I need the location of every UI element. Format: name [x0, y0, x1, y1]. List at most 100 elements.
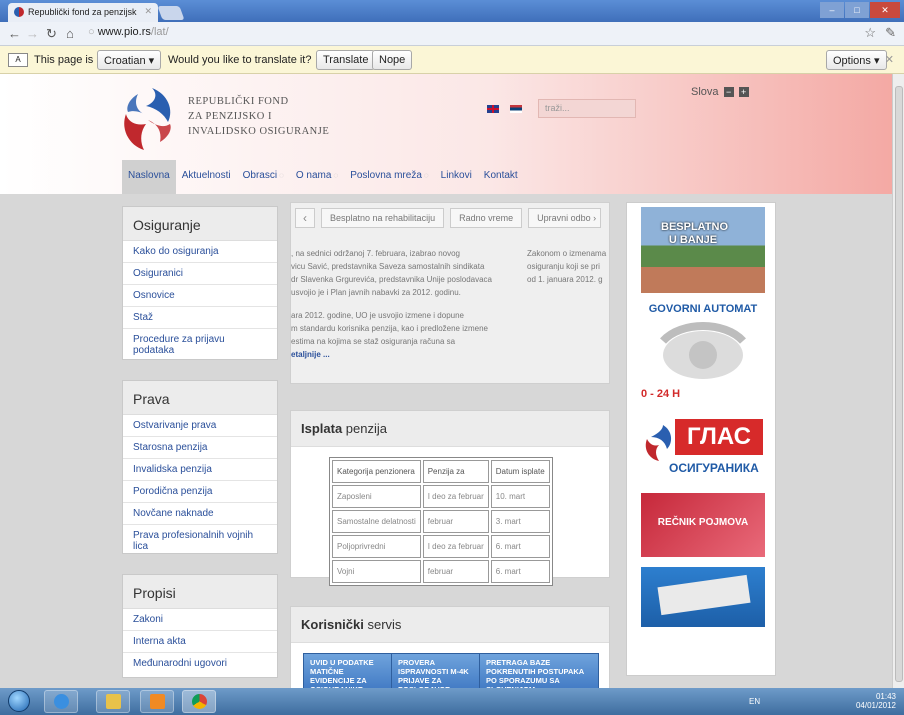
site-favicon-icon — [14, 7, 24, 17]
taskbar-chrome-icon[interactable] — [182, 690, 216, 713]
menu-kontakt[interactable]: Kontakt — [478, 160, 524, 194]
search-input[interactable]: traži... — [538, 99, 636, 118]
link-medjunarodni-ugovori[interactable]: Međunarodni ugovori — [123, 653, 277, 674]
browser-titlebar: Republički fond za penzijsk ✕ – □ ✕ — [0, 0, 904, 22]
propisi-box: Propisi Zakoni Interna akta Međunarodni … — [122, 574, 278, 678]
bookmark-star-icon[interactable]: ☆ — [864, 25, 876, 41]
recnik-pojmova-banner[interactable]: REČNIK POJMOVA — [641, 493, 765, 557]
servis-title: Korisnički servis — [291, 607, 609, 643]
propisi-title: Propisi — [123, 575, 277, 609]
language-indicator[interactable]: EN — [749, 697, 760, 706]
pio-logo-icon[interactable] — [118, 84, 176, 154]
slider-tab-radno-vreme[interactable]: Radno vreme — [450, 208, 523, 228]
detaljnije-link[interactable]: etaljnije ... — [291, 348, 519, 361]
isplata-table: Kategorija penzionera Penzija za Datum i… — [329, 457, 553, 586]
servis-uvid-button[interactable]: UVID U PODATKE MATIČNE EVIDENCIJE ZA OSI… — [303, 653, 393, 688]
options-button[interactable]: Options ▾ — [826, 50, 887, 70]
taskbar-explorer-icon[interactable] — [96, 690, 130, 713]
link-zakoni[interactable]: Zakoni — [123, 609, 277, 631]
menu-aktuelnosti[interactable]: Aktuelnosti — [176, 160, 237, 194]
forward-arrow-icon[interactable]: → — [26, 26, 39, 41]
new-tab-button[interactable] — [157, 6, 185, 20]
link-osiguranici[interactable]: Osiguranici — [123, 263, 277, 285]
servis-provera-button[interactable]: PROVERA ISPRAVNOSTI M-4K PRIJAVE ZA POSL… — [391, 653, 481, 688]
page-scrollbar[interactable] — [892, 74, 904, 688]
serbian-flag-icon[interactable] — [510, 105, 522, 113]
servis-section: Korisnički servis UVID U PODATKE MATIČNE… — [290, 606, 610, 688]
taskbar-ie-icon[interactable] — [44, 690, 78, 713]
maximize-icon[interactable]: □ — [845, 2, 869, 18]
link-ostvarivanje-prava[interactable]: Ostvarivanje prava — [123, 415, 277, 437]
scroll-thumb[interactable] — [895, 86, 903, 682]
translate-infobar: A This page is in Croatian ▾ Would you l… — [0, 46, 904, 74]
slova-label: Slova — [691, 86, 719, 98]
slider-tab-rehabilitacija[interactable]: Besplatno na rehabilitaciju — [321, 208, 445, 228]
prava-box: Prava Ostvarivanje prava Starosna penzij… — [122, 380, 278, 554]
home-icon[interactable]: ⌂ — [66, 26, 74, 41]
slider-prev-icon[interactable]: ‹ — [295, 208, 315, 228]
language-select[interactable]: Croatian ▾ — [97, 50, 162, 70]
banja-banner[interactable]: BESPLATNO U BANJE — [641, 207, 765, 293]
english-flag-icon[interactable] — [487, 105, 499, 113]
link-osnovice[interactable]: Osnovice — [123, 285, 277, 307]
slider-tabs: ‹ Besplatno na rehabilitaciju Radno vrem… — [291, 203, 611, 233]
link-invalidska-penzija[interactable]: Invalidska penzija — [123, 459, 277, 481]
site-header: REPUBLIČKI FOND ZA PENZIJSKO I INVALIDSK… — [0, 74, 892, 194]
isplata-title: Isplata penzija — [291, 411, 609, 447]
link-prava-vojnih-lica[interactable]: Prava profesionalnih vojnih lica — [123, 525, 277, 557]
table-row: Zaposleni I deo za februar 10. mart — [332, 485, 550, 508]
address-bar: ← → ↻ ⌂ ○ www.pio.rs/lat/ ☆ ✎ — [0, 22, 904, 46]
font-increase-button[interactable]: + — [738, 87, 749, 97]
menu-linkovi[interactable]: Linkovi — [435, 160, 478, 194]
table-row: Poljoprivredni I deo za februar 6. mart — [332, 535, 550, 558]
menu-o-nama[interactable]: O nama ◌ — [290, 160, 344, 194]
minimize-icon[interactable]: – — [820, 2, 844, 18]
menu-obrasci[interactable]: Obrasci ◌ — [237, 160, 290, 194]
brochure-image-icon — [657, 574, 751, 616]
link-procedure[interactable]: Procedure za prijavu podataka — [123, 329, 277, 361]
link-staz[interactable]: Staž — [123, 307, 277, 329]
slider-tab-upravni-odbor[interactable]: Upravni odbo › — [528, 208, 602, 228]
table-header-row: Kategorija penzionera Penzija za Datum i… — [332, 460, 550, 483]
start-button[interactable] — [8, 690, 30, 712]
right-banners: BESPLATNO U BANJE GOVORNI AUTOMAT 0 - 24… — [626, 202, 776, 676]
tab-close-icon[interactable]: ✕ — [144, 6, 152, 17]
link-novcane-naknade[interactable]: Novčane naknade — [123, 503, 277, 525]
isplata-section: Isplata penzija Kategorija penzionera Pe… — [290, 410, 610, 586]
translate-question: Would you like to translate it? — [168, 54, 312, 66]
servis-pretraga-button[interactable]: PRETRAGA BAZE POKRENUTIH POSTUPAKA PO SP… — [479, 653, 599, 688]
tab-title: Republički fond za penzijsk — [28, 7, 137, 17]
logo-text[interactable]: REPUBLIČKI FOND ZA PENZIJSKO I INVALIDSK… — [188, 94, 329, 139]
back-arrow-icon[interactable]: ← — [8, 26, 21, 41]
govorni-automat-banner[interactable]: GOVORNI AUTOMAT 0 - 24 H — [641, 297, 765, 415]
news-side-text: Zakonom o izmenama osiguranju koji se pr… — [527, 249, 607, 284]
page-icon: ○ — [88, 26, 98, 38]
infobar-close-icon[interactable]: ✕ — [885, 53, 894, 66]
glas-osiguranika-banner[interactable]: ГЛАС ОСИГУРАНИКА — [641, 417, 765, 487]
browser-tab[interactable]: Republički fond za penzijsk ✕ — [8, 3, 158, 22]
table-header: Penzija za — [422, 460, 489, 483]
menu-poslovna-mreza[interactable]: Poslovna mreža ◌ — [344, 160, 434, 194]
link-starosna-penzija[interactable]: Starosna penzija — [123, 437, 277, 459]
close-window-icon[interactable]: ✕ — [870, 2, 900, 18]
dropdown-icon: ◌ — [279, 171, 284, 180]
font-decrease-button[interactable]: − — [723, 87, 734, 97]
news-text: , na sednici održanoj 7. februara, izabr… — [291, 247, 519, 361]
menu-naslovna[interactable]: Naslovna — [122, 160, 176, 194]
reload-icon[interactable]: ↻ — [46, 26, 57, 42]
nope-button[interactable]: Nope — [372, 50, 413, 70]
link-interna-akta[interactable]: Interna akta — [123, 631, 277, 653]
taskbar-media-player-icon[interactable] — [140, 690, 174, 713]
dropdown-icon: ◌ — [423, 171, 429, 180]
system-clock[interactable]: 01:43 04/01/2012 — [856, 692, 896, 710]
brochures-banner[interactable] — [641, 567, 765, 627]
link-porodicna-penzija[interactable]: Porodična penzija — [123, 481, 277, 503]
main-menu: Naslovna Aktuelnosti Obrasci ◌ O nama ◌ Po… — [122, 160, 524, 194]
translate-button[interactable]: Translate — [316, 50, 376, 70]
link-kako-do-osiguranja[interactable]: Kako do osiguranja — [123, 241, 277, 263]
page-viewport: REPUBLIČKI FOND ZA PENZIJSKO I INVALIDSK… — [0, 74, 892, 688]
windows-taskbar: EN 01:43 04/01/2012 — [0, 688, 904, 715]
url-field[interactable]: ○ www.pio.rs/lat/ — [88, 26, 169, 38]
wrench-icon[interactable]: ✎ — [885, 25, 896, 41]
prava-title: Prava — [123, 381, 277, 415]
